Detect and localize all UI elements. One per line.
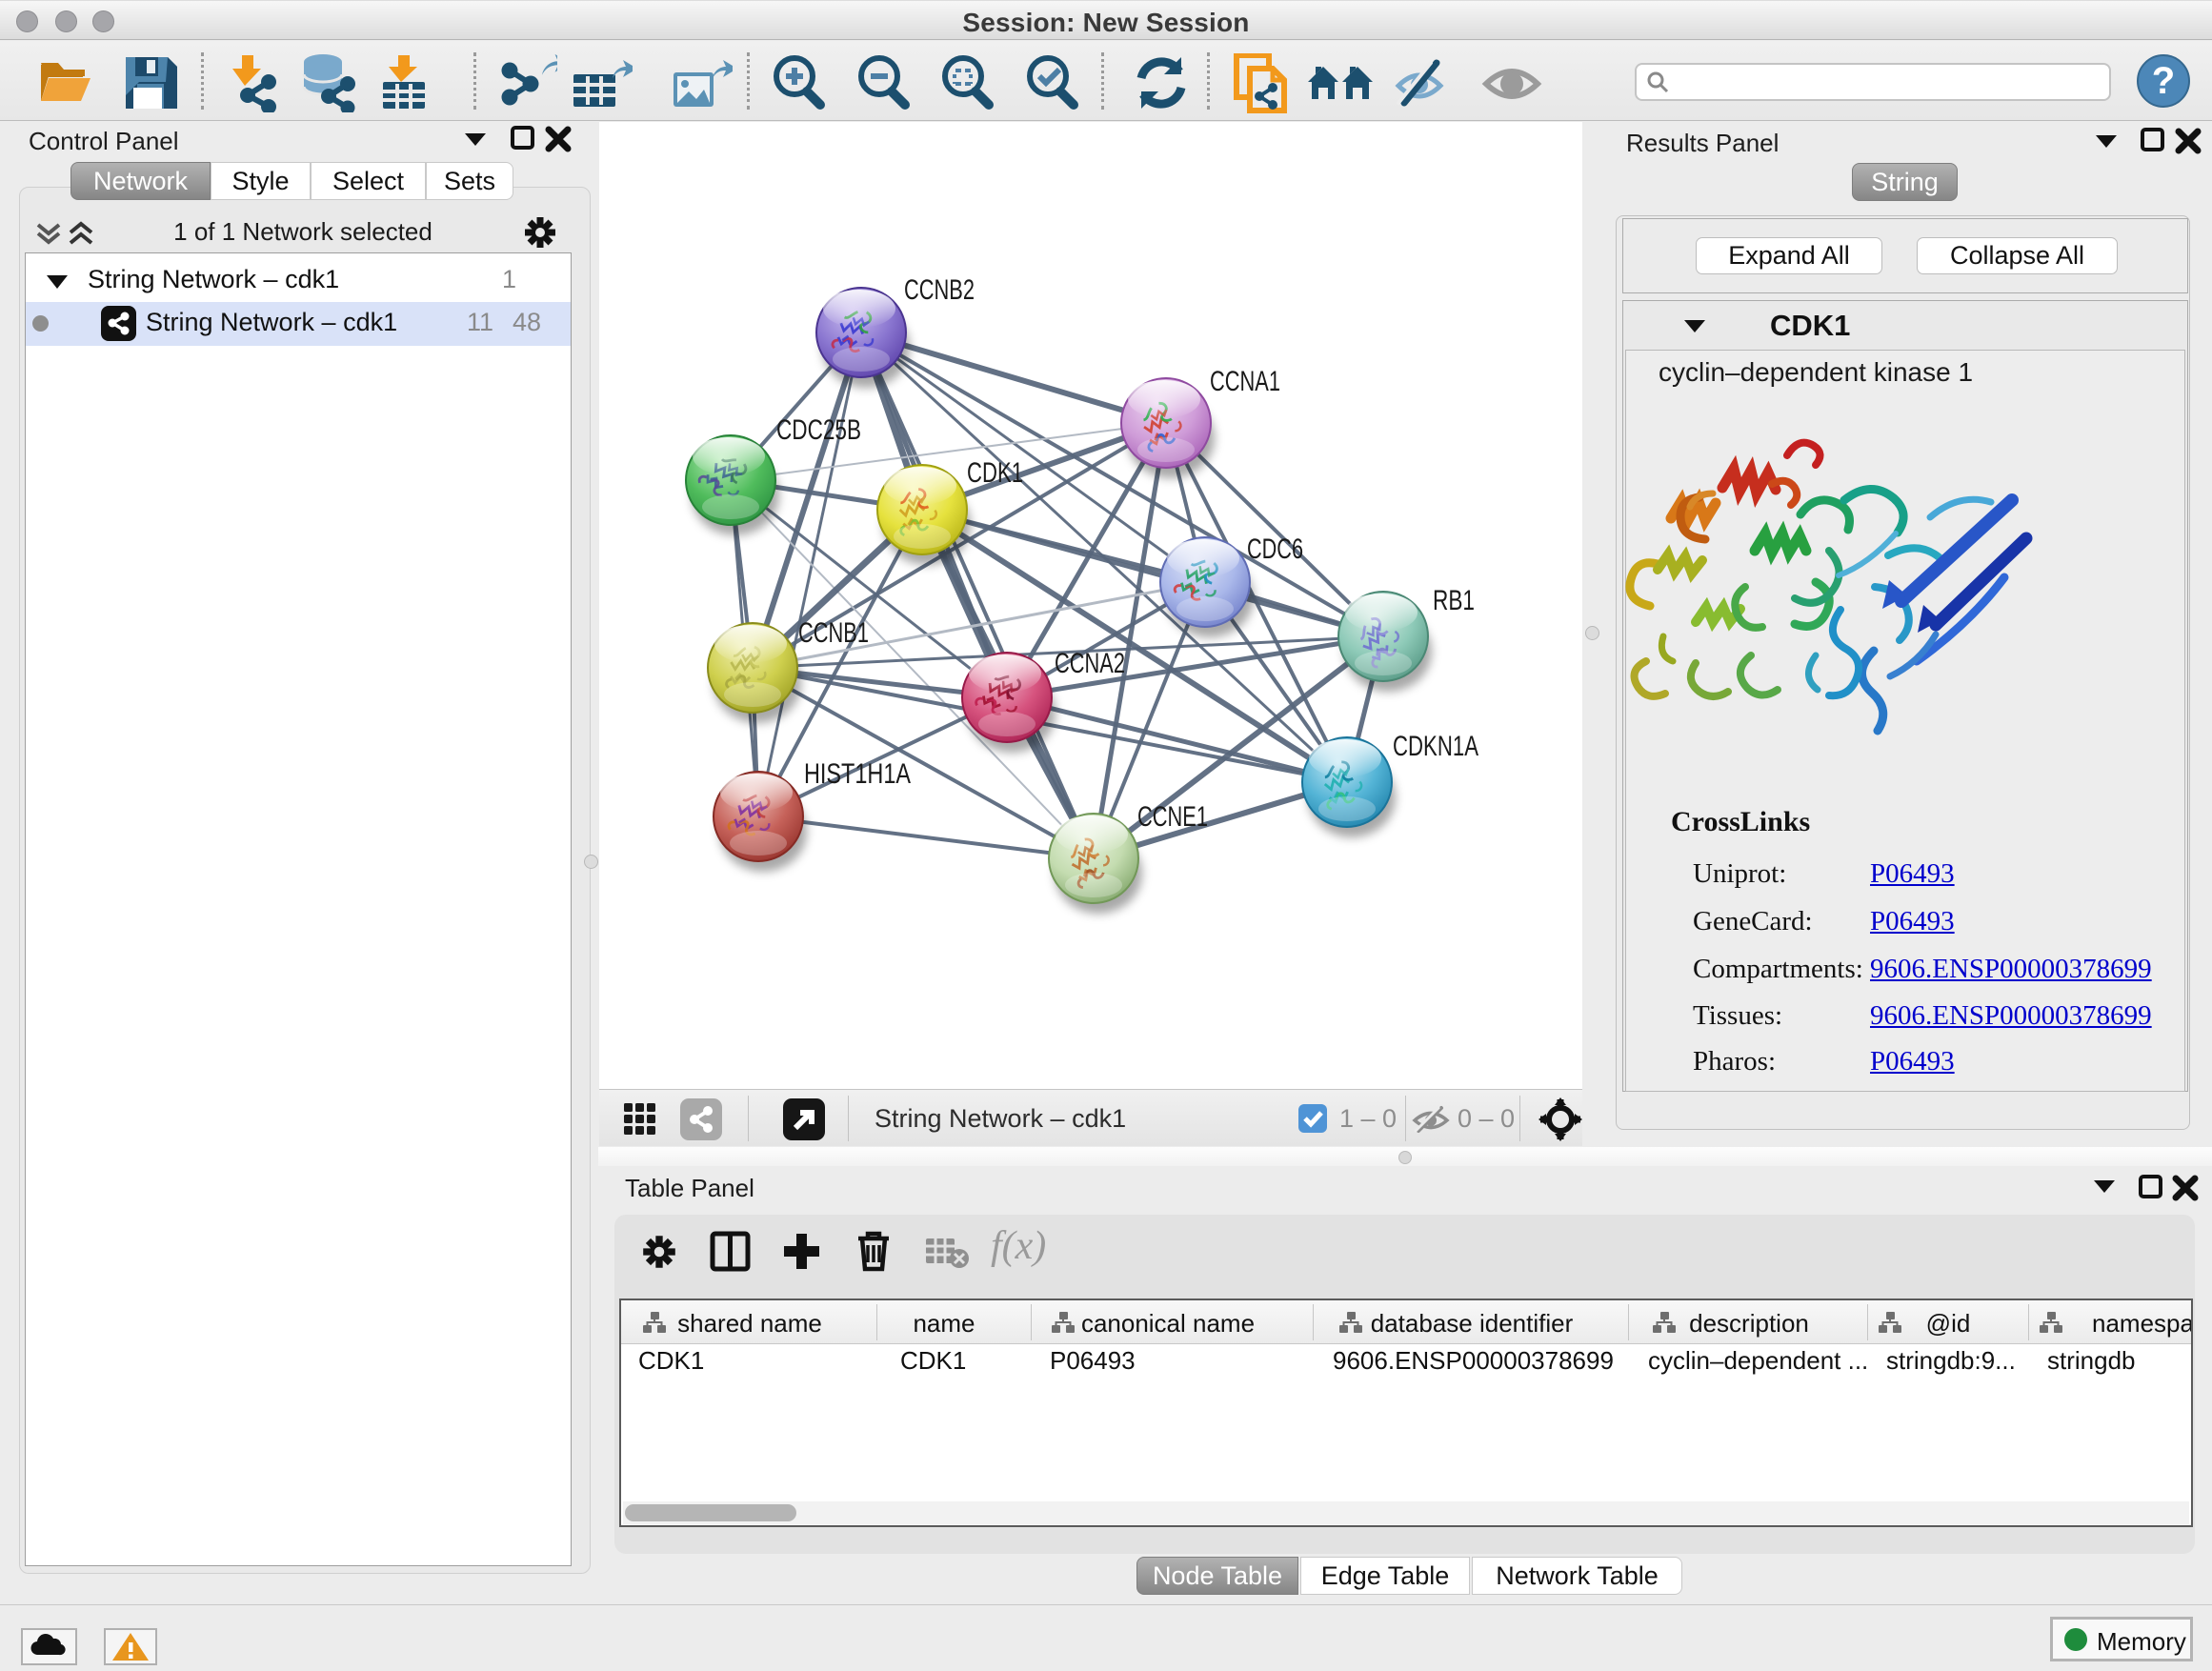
svg-text:CDC6: CDC6 [1247, 534, 1303, 565]
svg-text:CDK1: CDK1 [967, 457, 1023, 489]
svg-text:CCNE1: CCNE1 [1137, 801, 1208, 833]
svg-text:CDKN1A: CDKN1A [1393, 731, 1478, 762]
svg-text:CCNB1: CCNB1 [798, 617, 869, 649]
svg-text:CDC25B: CDC25B [776, 414, 861, 446]
svg-text:CCNA2: CCNA2 [1055, 648, 1125, 679]
svg-text:HIST1H1A: HIST1H1A [804, 758, 911, 790]
svg-text:RB1: RB1 [1433, 585, 1475, 616]
svg-text:CCNB2: CCNB2 [904, 274, 975, 306]
svg-text:CCNA1: CCNA1 [1210, 366, 1280, 397]
